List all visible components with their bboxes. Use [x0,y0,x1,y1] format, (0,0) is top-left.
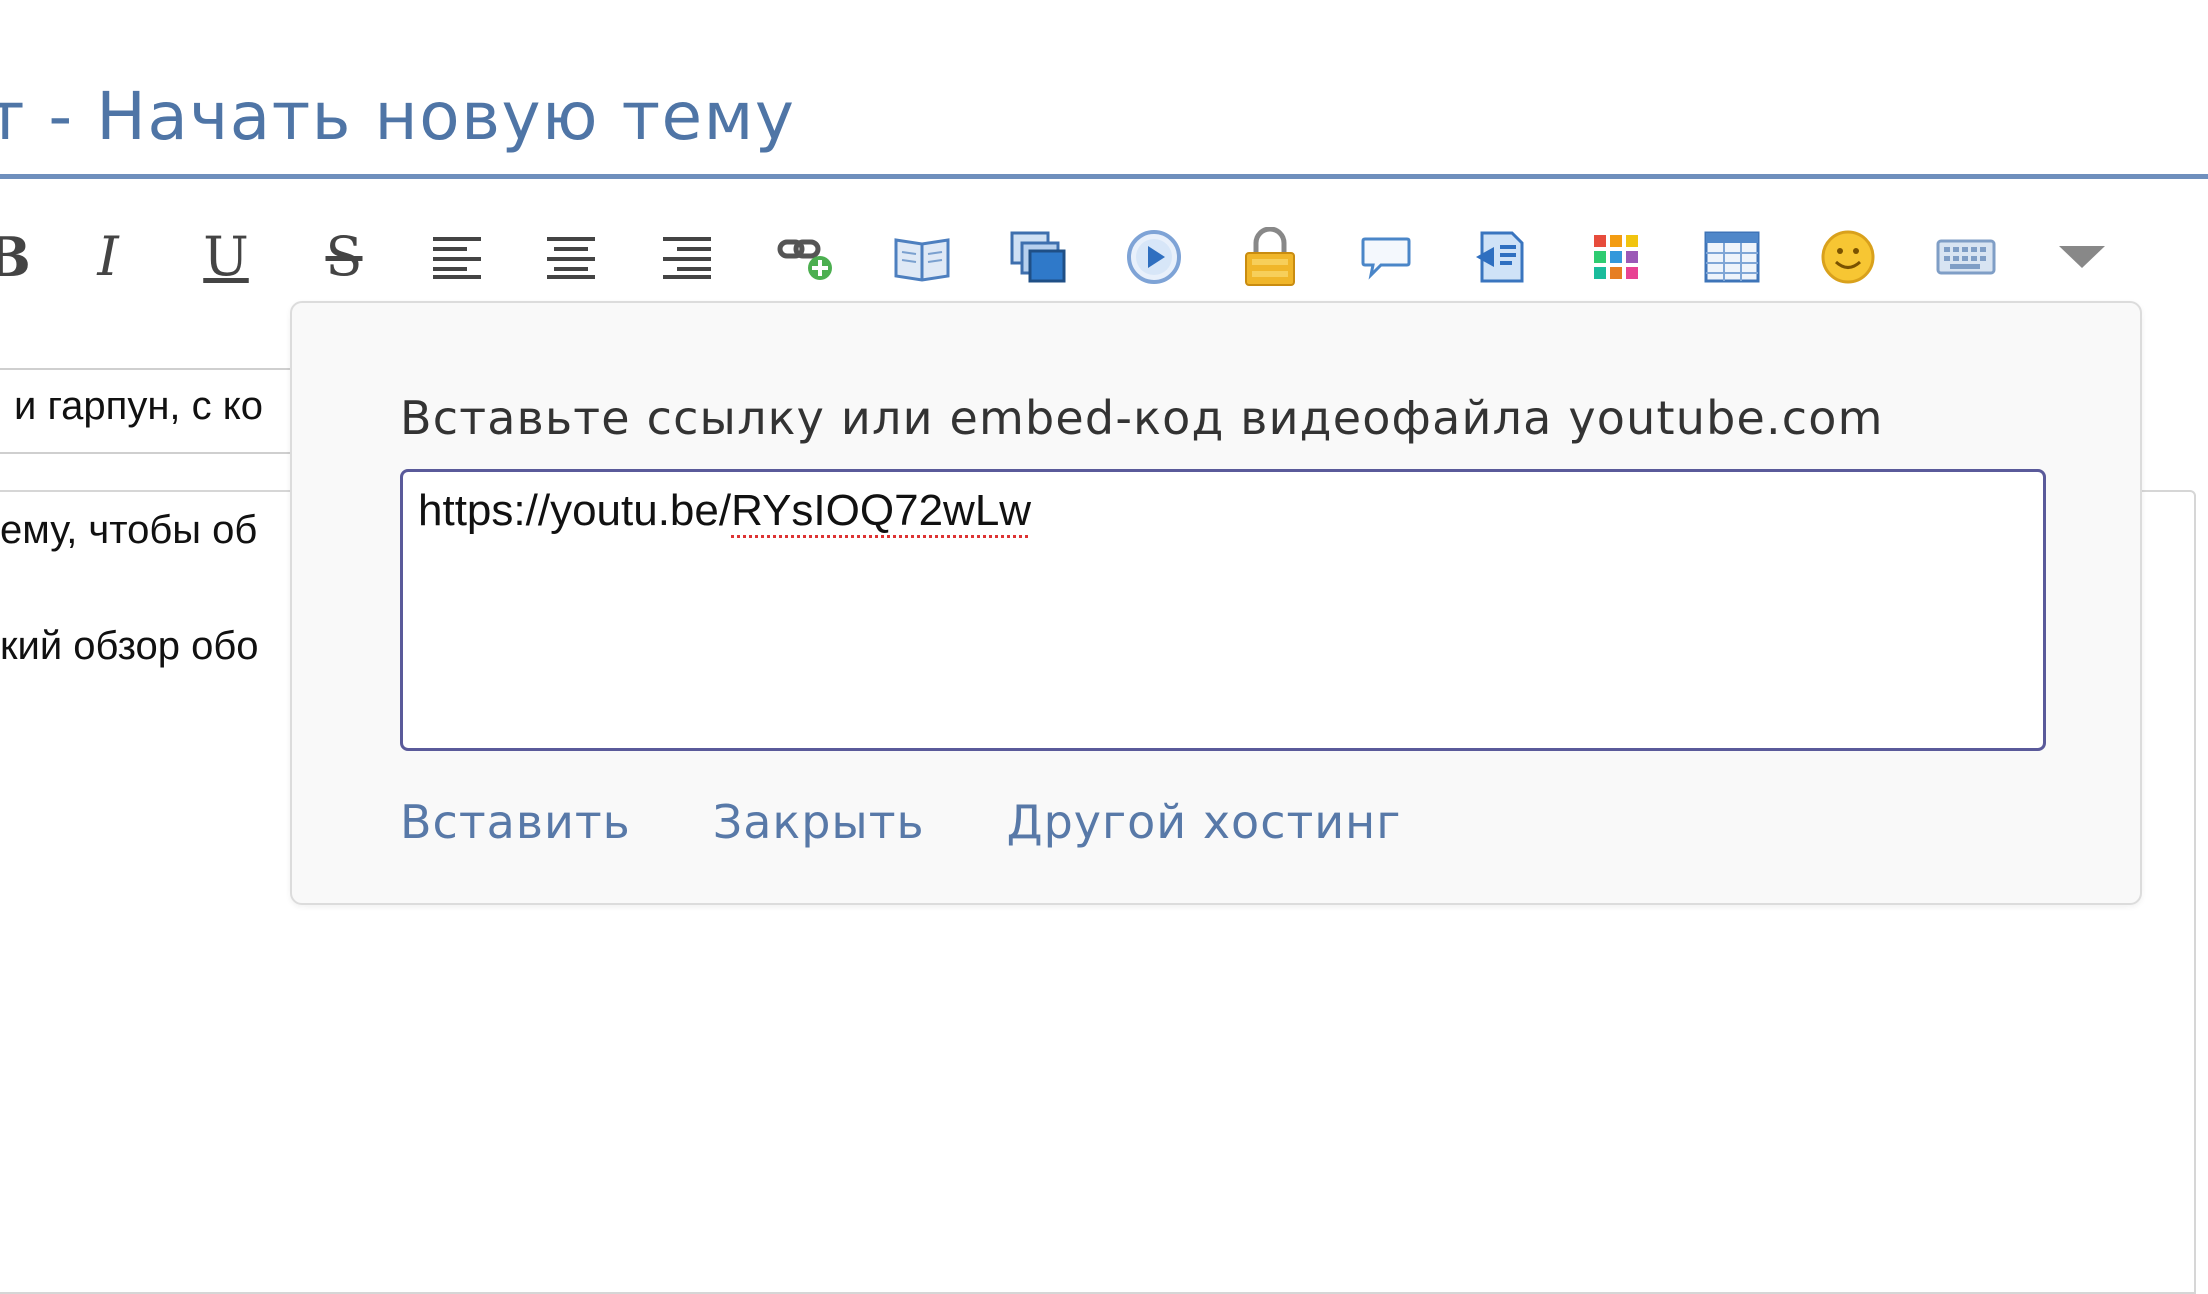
speech-bubble-icon[interactable] [1354,222,1418,292]
title-divider [0,174,2208,179]
page-title: т - Начать новую тему [0,78,796,155]
underline-icon[interactable]: U [194,222,258,292]
video-insert-popup: Вставьте ссылку или embed-код видеофайла… [290,301,2142,905]
dropdown-arrow-icon[interactable] [2050,222,2114,292]
align-right-icon[interactable] [656,222,720,292]
editor-toolbar: B I U S [0,222,2208,292]
subject-text: и гарпун, с ко [14,384,263,428]
gallery-icon[interactable] [1006,222,1070,292]
align-left-icon[interactable] [426,222,490,292]
insert-link-icon[interactable] [774,222,838,292]
italic-icon[interactable]: I [76,222,140,292]
book-icon[interactable] [890,222,954,292]
keyboard-icon[interactable] [1934,222,1998,292]
body-line: кий обзор обо [0,624,259,668]
url-video-id: RYsIOQ72wLw [731,486,1032,535]
table-icon[interactable] [1700,222,1764,292]
insert-link[interactable]: Вставить [400,795,631,849]
align-center-icon[interactable] [540,222,604,292]
lock-icon[interactable] [1238,222,1302,292]
video-url-label: Вставьте ссылку или embed-код видеофайла… [400,391,1884,445]
bold-icon[interactable]: B [0,222,40,292]
popup-actions: Вставить Закрыть Другой хостинг [400,795,1483,849]
code-icon[interactable] [1470,222,1534,292]
strikethrough-icon[interactable]: S [312,222,376,292]
body-line: ему, чтобы об [0,508,258,552]
smiley-icon[interactable] [1816,222,1880,292]
video-play-icon[interactable] [1122,222,1186,292]
color-grid-icon[interactable] [1584,222,1648,292]
close-link[interactable]: Закрыть [713,795,925,849]
video-url-value: https://youtu.be/RYsIOQ72wLw [418,486,1031,536]
other-hosting-link[interactable]: Другой хостинг [1007,795,1402,849]
url-prefix: https://youtu.be/ [418,486,732,535]
